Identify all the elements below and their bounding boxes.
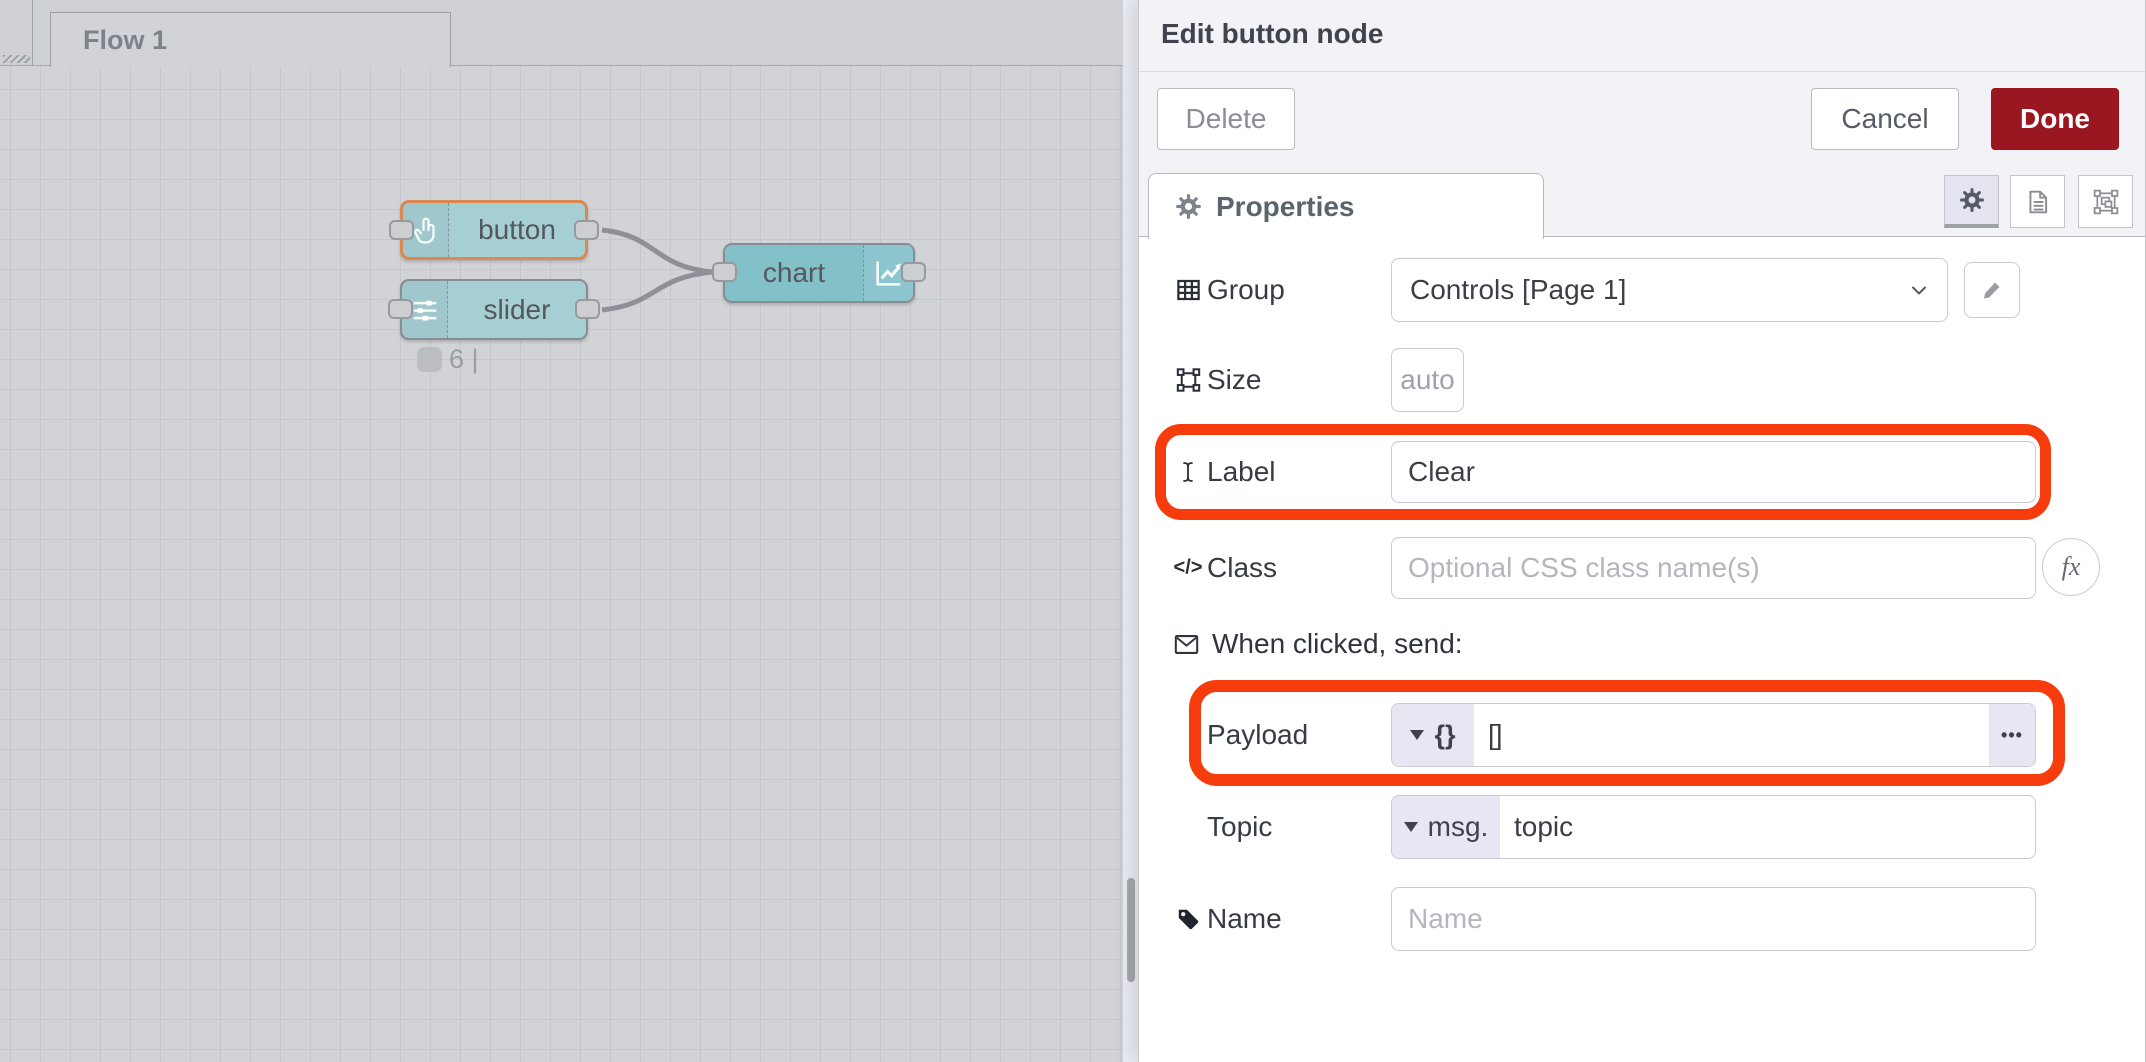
delete-button[interactable]: Delete — [1157, 88, 1295, 150]
size-row: Size auto — [1139, 348, 2145, 412]
fx-badge[interactable]: fx — [2042, 538, 2100, 596]
label-row: Label — [1139, 441, 2145, 503]
payload-expand-button[interactable]: ••• — [1989, 704, 2035, 766]
group-select-value: Controls [Page 1] — [1410, 274, 1626, 306]
topic-type-select[interactable]: msg. — [1392, 796, 1500, 858]
node-slider-label: slider — [448, 281, 586, 338]
tray-toolbar: Delete Cancel Done — [1139, 72, 2145, 166]
node-button[interactable]: button — [400, 200, 588, 260]
tag-icon — [1173, 906, 1203, 932]
editor-tab-row: Properties — [1139, 166, 2145, 237]
node-button-label: button — [449, 203, 585, 257]
send-heading: When clicked, send: — [1212, 628, 1463, 660]
pencil-icon — [1980, 278, 2004, 302]
wire-slider-chart[interactable] — [602, 272, 712, 310]
wire-button-chart[interactable] — [602, 230, 712, 272]
code-icon: </> — [1173, 557, 1203, 580]
flow-canvas[interactable]: Flow 1 button — [0, 0, 1123, 1062]
class-input[interactable] — [1391, 537, 2036, 599]
payload-type-select[interactable]: {} — [1392, 704, 1474, 766]
chevron-down-icon — [1907, 278, 1931, 302]
label-input[interactable] — [1391, 441, 2036, 503]
payload-label: Payload — [1207, 719, 1308, 751]
topic-label: Topic — [1207, 811, 1272, 843]
size-auto-button[interactable]: auto — [1391, 348, 1464, 412]
group-label: Group — [1207, 274, 1285, 306]
slider-output-port[interactable] — [575, 299, 600, 319]
object-size-icon — [1173, 367, 1203, 394]
chart-input-port[interactable] — [712, 262, 737, 282]
edit-form: Group Controls [Page 1] — [1139, 237, 2145, 1062]
topic-typed-input[interactable]: msg. topic — [1391, 795, 2036, 859]
edit-group-button[interactable] — [1964, 262, 2020, 318]
edit-tray: Edit button node Delete Cancel Done Prop… — [1138, 0, 2146, 1062]
tray-header: Edit button node — [1139, 0, 2145, 72]
tab-properties[interactable]: Properties — [1148, 173, 1544, 239]
object-group-icon — [2093, 189, 2119, 215]
group-select[interactable]: Controls [Page 1] — [1391, 258, 1948, 322]
gear-icon — [1959, 187, 1985, 213]
properties-tab-button[interactable] — [1944, 175, 1999, 228]
done-button[interactable]: Done — [1991, 88, 2119, 150]
caret-down-icon — [1404, 822, 1418, 832]
ibeam-cursor-icon — [1173, 460, 1203, 484]
node-chart[interactable]: chart — [723, 243, 915, 303]
name-input[interactable] — [1391, 887, 2036, 951]
node-chart-label: chart — [725, 245, 863, 301]
appearance-tab-button[interactable] — [2078, 175, 2133, 228]
topic-value[interactable]: topic — [1500, 796, 2035, 858]
json-type-icon: {} — [1434, 720, 1455, 751]
name-row: Name — [1139, 887, 2145, 951]
slider-status-text: 6 | — [449, 344, 479, 375]
cancel-button[interactable]: Cancel — [1811, 88, 1959, 150]
canvas-scrollbar-track[interactable] — [1123, 0, 1138, 1062]
tab-properties-label: Properties — [1216, 191, 1355, 223]
wires-layer — [0, 0, 1123, 1062]
gear-icon — [1175, 193, 1202, 220]
node-slider[interactable]: slider — [400, 279, 588, 340]
tray-title: Edit button node — [1161, 18, 1383, 50]
slider-status-badge — [417, 347, 442, 372]
payload-row: Payload {} [] ••• — [1139, 703, 2145, 767]
size-label: Size — [1207, 364, 1261, 396]
description-tab-button[interactable] — [2010, 175, 2065, 228]
class-row: </> Class fx — [1139, 537, 2145, 599]
document-icon — [2025, 189, 2051, 215]
button-input-port[interactable] — [389, 220, 414, 240]
table-icon — [1173, 277, 1203, 304]
canvas-scrollbar-thumb[interactable] — [1127, 878, 1135, 982]
label-label: Label — [1207, 456, 1276, 488]
button-output-port[interactable] — [574, 220, 599, 240]
class-label: Class — [1207, 552, 1277, 584]
envelope-icon — [1173, 631, 1200, 658]
caret-down-icon — [1410, 730, 1424, 740]
name-label: Name — [1207, 903, 1282, 935]
group-row: Group Controls [Page 1] — [1139, 258, 2145, 322]
payload-typed-input[interactable]: {} [] ••• — [1391, 703, 2036, 767]
slider-input-port[interactable] — [388, 299, 413, 319]
send-heading-row: When clicked, send: — [1139, 626, 2145, 662]
payload-value[interactable]: [] — [1474, 704, 1989, 766]
topic-row: Topic msg. topic — [1139, 795, 2145, 859]
msg-prefix: msg. — [1428, 811, 1489, 843]
chart-output-port[interactable] — [901, 262, 926, 282]
